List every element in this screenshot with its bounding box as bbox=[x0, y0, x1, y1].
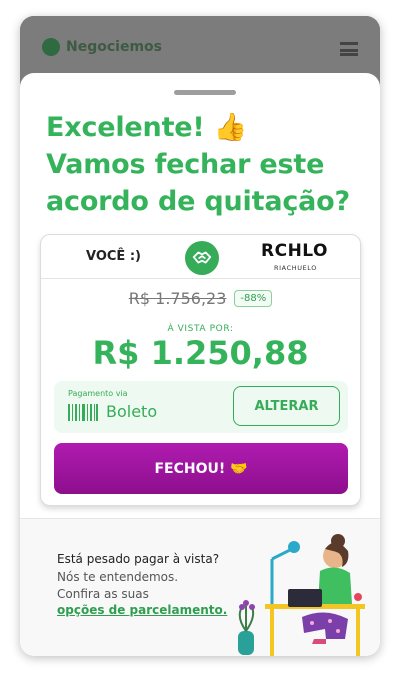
heavy-payment-text: Está pesado pagar à vista? bbox=[57, 552, 220, 566]
sheet-drag-handle[interactable] bbox=[174, 90, 236, 95]
app-logo: Negociemos bbox=[42, 38, 162, 56]
app-window: Negociemos Excelente! 👍 Vamos fechar est… bbox=[20, 16, 380, 656]
headline-line-2: Vamos fechar este bbox=[46, 149, 325, 180]
agreement-bottom-sheet: Excelente! 👍 Vamos fechar este acordo de… bbox=[20, 73, 380, 656]
discount-badge: -88% bbox=[234, 290, 273, 307]
change-payment-button[interactable]: ALTERAR bbox=[233, 386, 340, 426]
creditor-brand: RCHLO bbox=[261, 241, 328, 261]
woman-at-laptop-illustration bbox=[238, 534, 365, 656]
parties-row: VOCÊ :) RCHLO RIACHUELO bbox=[41, 235, 360, 279]
cash-label: À VISTA POR: bbox=[167, 324, 234, 334]
barcode-icon bbox=[68, 404, 98, 421]
installments-link[interactable]: opções de parcelamento. bbox=[57, 603, 227, 617]
payment-label: Pagamento via bbox=[68, 389, 128, 398]
hamburger-menu-icon[interactable] bbox=[340, 42, 358, 56]
logo-icon bbox=[42, 38, 60, 56]
final-price: R$ 1.250,88 bbox=[92, 334, 309, 372]
original-price: R$ 1.756,23 bbox=[128, 289, 227, 308]
check-text: Confira as suas bbox=[57, 587, 149, 601]
payment-method: Boleto bbox=[106, 402, 158, 421]
creditor-brand-sub: RIACHUELO bbox=[274, 264, 317, 272]
handshake-icon bbox=[185, 241, 219, 275]
page-title: Excelente! 👍 Vamos fechar este acordo de… bbox=[46, 109, 366, 220]
payment-method-box: Pagamento via Boleto ALTERAR bbox=[54, 381, 348, 433]
headline-line-1: Excelente! 👍 bbox=[46, 112, 248, 143]
understand-text: Nós te entendemos. bbox=[57, 570, 179, 584]
confirm-agreement-button[interactable]: FECHOU! 🤝 bbox=[54, 443, 348, 494]
headline-line-3: acordo de quitação? bbox=[46, 186, 350, 217]
logo-text: Negociemos bbox=[66, 39, 162, 55]
agreement-card: VOCÊ :) RCHLO RIACHUELO R$ 1.756,23 -88%… bbox=[40, 234, 361, 506]
you-label: VOCÊ :) bbox=[86, 249, 141, 264]
original-price-row: R$ 1.756,23 -88% bbox=[41, 289, 360, 308]
